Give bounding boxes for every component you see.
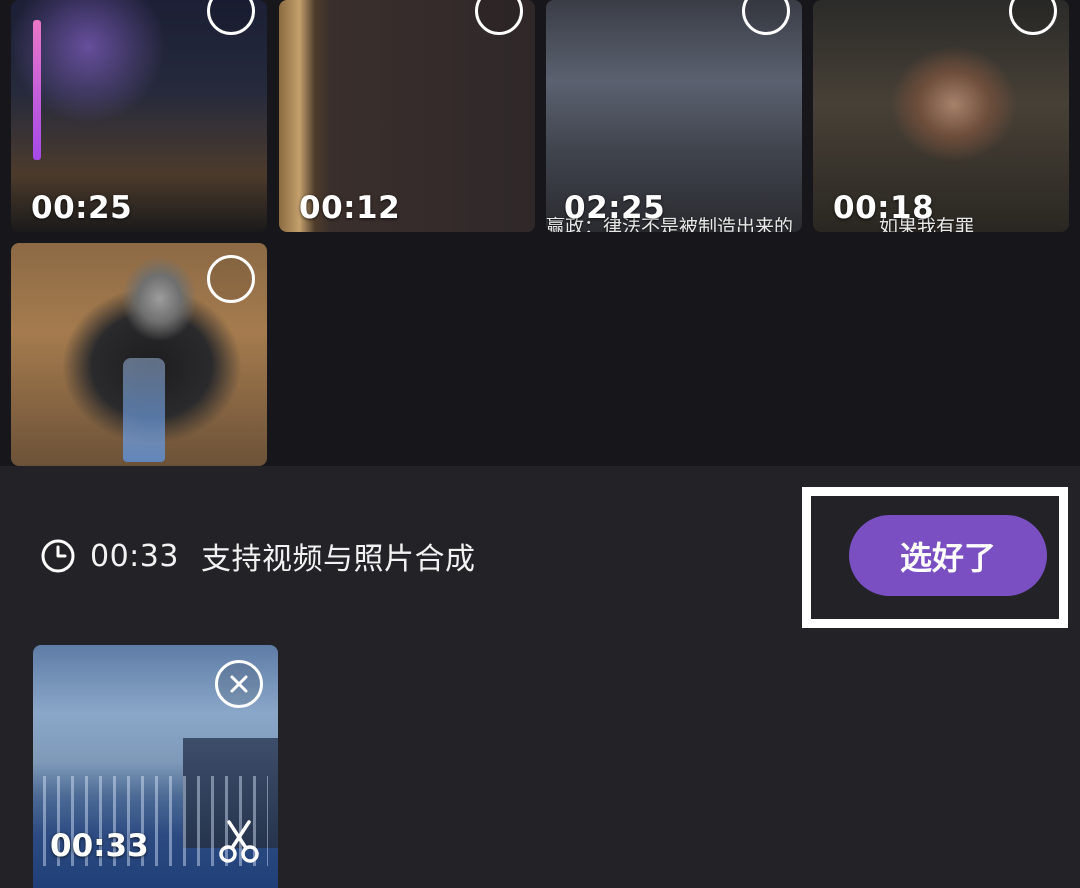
media-duration: 00:12 [299,190,401,226]
media-grid: 00:25 00:12 赢政：律法不是被制造出来的 02:25 如果我有罪 00… [0,0,1080,466]
media-duration: 00:18 [833,190,935,226]
select-circle-icon[interactable] [207,255,255,303]
selected-clip-duration: 00:33 [50,828,149,864]
media-duration: 00:25 [31,190,133,226]
merge-hint: 支持视频与照片合成 [200,542,476,577]
select-circle-icon[interactable] [1009,0,1057,35]
select-circle-icon[interactable] [475,0,523,35]
bottle-graphic [123,358,165,462]
media-item-1[interactable]: 00:25 [11,0,267,232]
scissors-icon[interactable] [216,818,262,864]
selection-info: 00:33 支持视频与照片合成 [40,534,475,578]
media-item-4[interactable]: 如果我有罪 00:18 [813,0,1069,232]
close-icon [230,675,248,693]
total-duration: 00:33 [90,538,179,574]
media-duration: 02:25 [564,190,666,226]
remove-clip-button[interactable] [215,660,263,708]
tower-light [33,20,41,160]
media-item-5[interactable] [11,243,267,466]
media-item-2[interactable]: 00:12 [279,0,535,232]
clock-icon [41,539,75,573]
confirm-button[interactable]: 选好了 [849,515,1047,596]
select-circle-icon[interactable] [207,0,255,35]
media-item-3[interactable]: 赢政：律法不是被制造出来的 02:25 [546,0,802,232]
select-circle-icon[interactable] [742,0,790,35]
